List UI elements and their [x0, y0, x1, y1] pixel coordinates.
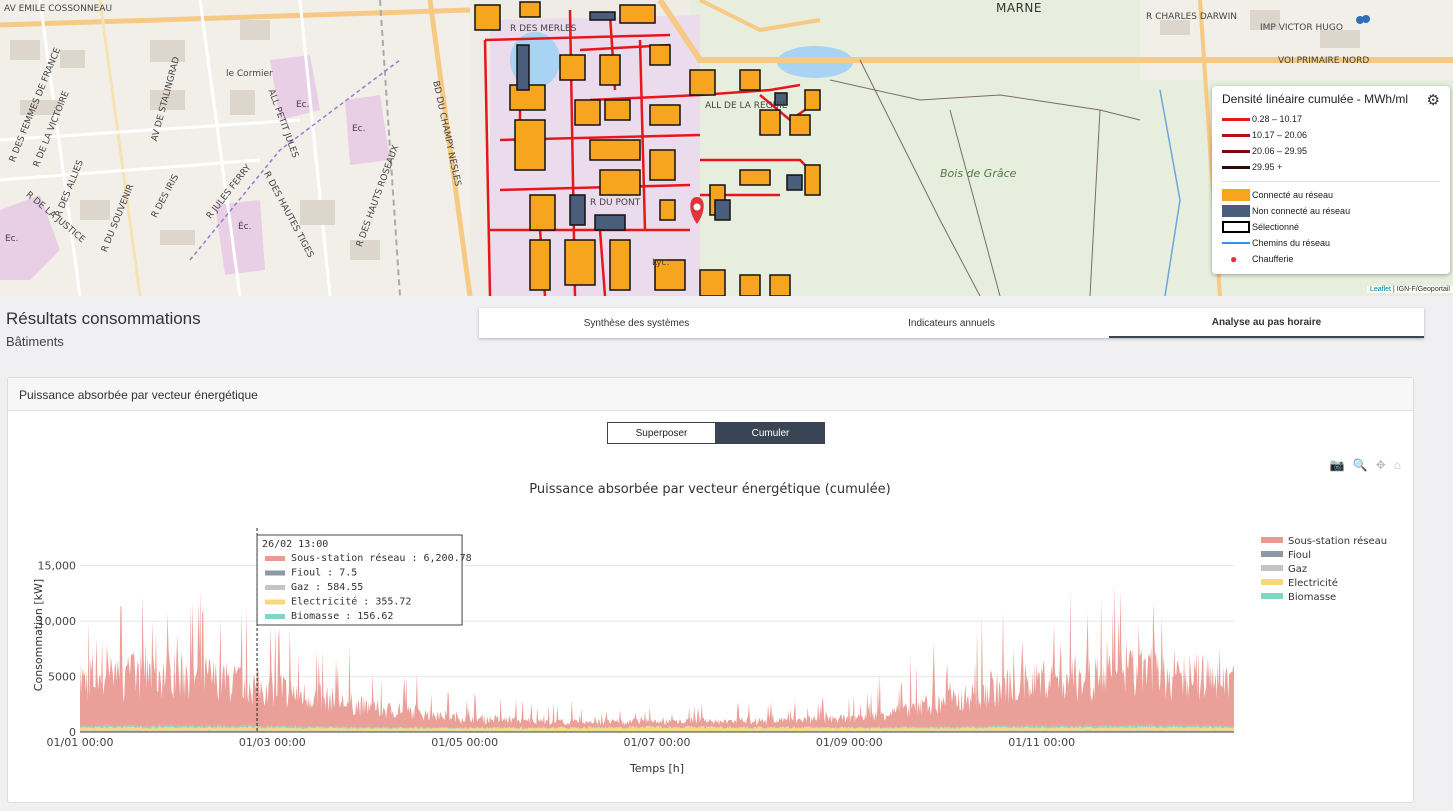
x-tick-label: 01/01 00:00 [47, 736, 114, 749]
legend-item-swatch [1222, 205, 1252, 217]
legend-swatch [1261, 537, 1283, 543]
legend-item-swatch [1222, 242, 1252, 244]
map-label-ec: Ec. [5, 234, 19, 244]
legend-line-row: 20.06 – 29.95 [1222, 143, 1440, 159]
tab-synthese[interactable]: Synthèse des systèmes [479, 308, 794, 338]
gear-icon[interactable]: ⚙ [1427, 91, 1440, 109]
hover-swatch [265, 556, 286, 561]
map-legend: Densité linéaire cumulée - MWh/ml ⚙ 0.28… [1212, 86, 1450, 274]
map-label-street: ALL DE LA REGUIE [705, 101, 788, 111]
hover-swatch [265, 570, 286, 576]
chart[interactable]: 0500010,00015,00001/01 00:00 01/03 00:00 0… [8, 378, 1413, 802]
map-label-bois: Bois de Grâce [940, 167, 1017, 180]
legend-label: Biomasse [1288, 592, 1336, 603]
hover-value: Sous-station réseau : 6,200.78 [291, 552, 472, 564]
legend-swatch [1261, 579, 1283, 585]
legend-item-label: Chaufferie [1252, 254, 1294, 264]
map-view[interactable]: MARNE Bois de Grâce le Cormier Ec. Ec. E… [0, 0, 1453, 296]
hover-swatch [265, 599, 286, 605]
page-subtitle: Bâtiments [6, 334, 64, 349]
legend-label: Sous-station réseau [1288, 535, 1387, 547]
map-label-ec: Ec. [296, 100, 310, 110]
legend-line-swatch [1222, 117, 1252, 121]
legend-label: Fioul [1288, 550, 1311, 561]
legend-swatch [1261, 593, 1283, 599]
hover-value: Biomasse : 156.62 [291, 611, 393, 622]
y-tick-label: 15,000 [38, 560, 77, 573]
legend-lines: 0.28 – 10.17 10.17 – 20.06 20.06 – 29.95 29… [1222, 111, 1440, 175]
map-marker[interactable] [1362, 15, 1370, 23]
tab-bar: Synthèse des systèmes Indicateurs annuel… [479, 308, 1424, 338]
pin-icon: ● [1230, 252, 1238, 266]
legend-line-row: 0.28 – 10.17 [1222, 111, 1440, 127]
chart-card: Puissance absorbée par vecteur énergétiq… [7, 377, 1414, 803]
legend-line-swatch [1222, 165, 1252, 169]
map-label-street: VOI PRIMAIRE NORD [1278, 56, 1370, 66]
legend-line-swatch [1222, 149, 1252, 153]
hover-value: Fioul : 7.5 [291, 568, 357, 579]
map-label-street: R DU PONT [590, 198, 641, 208]
legend-item-swatch [1222, 221, 1252, 233]
legend-title: Densité linéaire cumulée - MWh/ml [1222, 92, 1409, 106]
y-tick-label: 5000 [48, 671, 76, 684]
legend-line-row: 29.95 + [1222, 159, 1440, 175]
series-area [80, 583, 1234, 730]
hover-swatch [265, 614, 286, 619]
map-label-street: R DES MERLES [510, 24, 577, 34]
map-attribution: Leaflet | IGN-F/Geoportail [1366, 286, 1453, 293]
leaflet-link[interactable]: Leaflet [1370, 286, 1391, 293]
chart-title: Puissance absorbée par vecteur énergétiq… [529, 482, 890, 497]
hover-date: 26/02 13:00 [262, 539, 328, 550]
attribution-text: | IGN-F/Geoportail [1390, 286, 1450, 293]
x-tick-label: 01/09 00:00 [816, 736, 883, 749]
map-label-marne: MARNE [996, 1, 1042, 15]
legend-label: Electricité [1288, 577, 1338, 589]
map-label-street: R CHARLES DARWIN [1146, 12, 1237, 22]
x-tick-label: 01/05 00:00 [431, 736, 498, 749]
map-label-cormier: le Cormier [226, 69, 273, 79]
legend-items: Connecté au réseau Non connecté au réseau… [1222, 187, 1440, 267]
legend-line-swatch [1222, 133, 1252, 137]
y-axis-title: Consommation [kW] [32, 579, 45, 691]
legend-item-row: Sélectionné [1222, 219, 1440, 235]
x-tick-label: 01/11 00:00 [1008, 736, 1075, 749]
map-label-street: IMP VICTOR HUGO [1260, 23, 1343, 33]
legend-item-row: Non connecté au réseau [1222, 203, 1440, 219]
tab-indicateurs[interactable]: Indicateurs annuels [794, 308, 1109, 338]
legend-divider [1222, 181, 1440, 182]
legend-item-swatch: ● [1222, 252, 1252, 266]
legend-line-row: 10.17 – 20.06 [1222, 127, 1440, 143]
hover-value: Gaz : 584.55 [291, 582, 363, 593]
legend-item-label: Chemins du réseau [1252, 238, 1331, 248]
legend-item-row: Chemins du réseau [1222, 235, 1440, 251]
map-label-lyc: Lyc. [652, 258, 670, 268]
legend-line-label: 20.06 – 29.95 [1252, 146, 1308, 156]
legend-item-label: Non connecté au réseau [1252, 206, 1351, 216]
legend-line-label: 0.28 – 10.17 [1252, 114, 1303, 124]
x-tick-label: 01/07 00:00 [624, 736, 691, 749]
legend-item-row: ● Chaufferie [1222, 251, 1440, 267]
hover-value: Electricité : 355.72 [291, 596, 411, 608]
tab-analyse-horaire[interactable]: Analyse au pas horaire [1109, 308, 1424, 338]
map-label-ec: Éc. [238, 222, 252, 232]
legend-item-swatch [1222, 189, 1252, 201]
legend-label: Gaz [1288, 564, 1307, 575]
x-tick-label: 01/03 00:00 [239, 736, 306, 749]
page-title: Résultats consommations [6, 309, 201, 328]
legend-item-label: Sélectionné [1252, 222, 1300, 232]
legend-item-row: Connecté au réseau [1222, 187, 1440, 203]
legend-item-label: Connecté au réseau [1252, 190, 1334, 200]
map-label-street: AV EMILE COSSONNEAU [4, 4, 113, 14]
legend-line-label: 29.95 + [1252, 162, 1283, 172]
legend-swatch [1261, 565, 1283, 571]
x-axis-title: Temps [h] [629, 762, 684, 775]
hover-swatch [265, 585, 286, 590]
legend-line-label: 10.17 – 20.06 [1252, 130, 1308, 140]
legend-swatch [1261, 551, 1283, 557]
map-label-ec: Ec. [352, 124, 366, 134]
